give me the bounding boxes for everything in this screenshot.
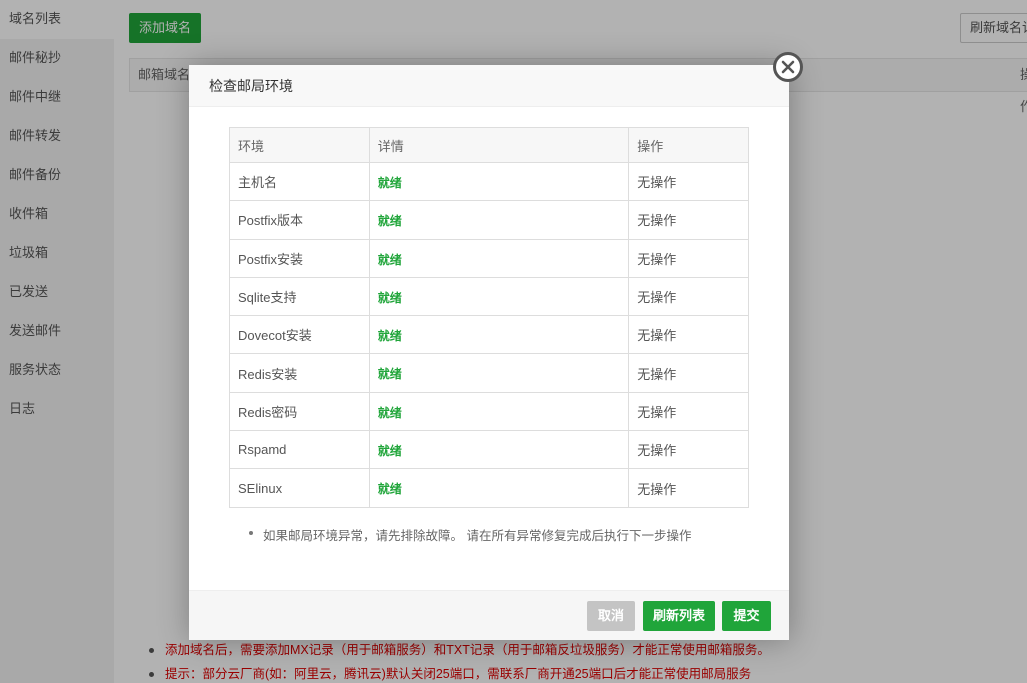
dialog-title: 检查邮局环境 — [189, 65, 789, 107]
env-name: Postfix版本 — [229, 200, 370, 240]
refresh-list-button[interactable]: 刷新列表 — [643, 601, 715, 631]
status-ready: 就绪 — [368, 391, 630, 432]
cancel-button[interactable]: 取消 — [587, 601, 635, 631]
env-name: SElinux — [229, 468, 370, 508]
env-name: 主机名 — [229, 161, 370, 202]
action-text: 无操作 — [628, 391, 749, 432]
table-row: Rspamd 就绪 无操作 — [229, 430, 749, 470]
action-text: 无操作 — [628, 161, 749, 202]
env-name: Redis密码 — [229, 391, 370, 432]
close-dialog-button[interactable] — [773, 52, 803, 82]
submit-button[interactable]: 提交 — [722, 601, 771, 631]
status-ready: 就绪 — [368, 353, 630, 393]
status-ready: 就绪 — [368, 468, 630, 508]
action-text: 无操作 — [628, 200, 749, 240]
table-row: Postfix版本 就绪 无操作 — [229, 200, 749, 240]
column-header-action: 操作 — [628, 127, 749, 163]
status-ready: 就绪 — [368, 430, 630, 470]
action-text: 无操作 — [628, 353, 749, 393]
status-ready: 就绪 — [368, 161, 630, 202]
action-text: 无操作 — [628, 276, 749, 317]
env-table: 环境 详情 操作 主机名 就绪 无操作 Postfix版本 就绪 无操作 Pos… — [229, 127, 749, 508]
env-name: Dovecot安装 — [229, 315, 370, 355]
table-row: Redis安装 就绪 无操作 — [229, 353, 749, 393]
check-mail-env-dialog: 检查邮局环境 环境 详情 操作 主机名 就绪 无操作 Postfix版本 就绪 … — [189, 65, 789, 640]
env-name: Rspamd — [229, 430, 370, 470]
env-name: Postfix安装 — [229, 238, 370, 278]
action-text: 无操作 — [628, 430, 749, 470]
column-header-detail: 详情 — [368, 127, 630, 163]
dialog-footer: 取消 刷新列表 提交 — [189, 590, 789, 640]
action-text: 无操作 — [628, 315, 749, 355]
table-row: Sqlite支持 就绪 无操作 — [229, 276, 749, 317]
dialog-note: 如果邮局环境异常，请先排除故障。 请在所有异常修复完成后执行下一步操作 — [247, 525, 691, 544]
status-ready: 就绪 — [368, 200, 630, 240]
column-header-env: 环境 — [229, 127, 370, 163]
status-ready: 就绪 — [368, 315, 630, 355]
close-icon — [781, 60, 795, 74]
table-row: SElinux 就绪 无操作 — [229, 468, 749, 508]
action-text: 无操作 — [628, 468, 749, 508]
table-header-row: 环境 详情 操作 — [229, 127, 749, 163]
table-row: Dovecot安装 就绪 无操作 — [229, 315, 749, 355]
table-row: 主机名 就绪 无操作 — [229, 161, 749, 202]
status-ready: 就绪 — [368, 276, 630, 317]
env-name: Redis安装 — [229, 353, 370, 393]
table-row: Redis密码 就绪 无操作 — [229, 391, 749, 432]
env-name: Sqlite支持 — [229, 276, 370, 317]
table-row: Postfix安装 就绪 无操作 — [229, 238, 749, 278]
action-text: 无操作 — [628, 238, 749, 278]
status-ready: 就绪 — [368, 238, 630, 278]
